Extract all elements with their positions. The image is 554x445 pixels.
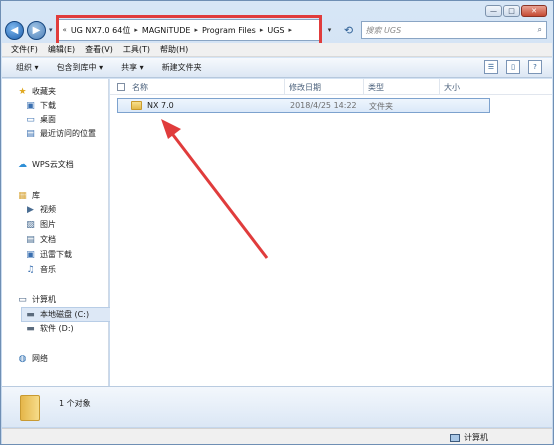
search-icon[interactable]: ⌕	[538, 25, 542, 35]
address-highlight-box	[55, 15, 322, 46]
document-icon: ▤	[26, 234, 35, 245]
nav-desktop[interactable]: ▭ 桌面	[25, 114, 56, 125]
music-icon: ♫	[26, 264, 35, 275]
arrow-shaft	[165, 126, 269, 259]
arrow-head	[161, 119, 181, 139]
nav-network[interactable]: ◍ 网络	[17, 353, 48, 364]
star-icon: ★	[18, 86, 27, 97]
nav-label: 迅雷下载	[40, 250, 72, 259]
nav-label: 图片	[40, 220, 56, 229]
computer-icon	[450, 433, 460, 442]
nav-label: 最近访问的位置	[40, 129, 96, 138]
computer-icon: ▭	[18, 294, 27, 305]
maximize-button[interactable]: □	[503, 5, 520, 17]
back-arrow-icon: ◀	[10, 24, 19, 36]
address-bar[interactable]: « UG NX7.0 64位 ▸ MAGNiTUDE ▸ Program Fil…	[55, 15, 322, 46]
share-button[interactable]: 共享 ▾	[121, 62, 144, 73]
menu-bar: 文件(F) 编辑(E) 查看(V) 工具(T) 帮助(H)	[2, 43, 552, 57]
nav-label: WPS云文档	[32, 160, 74, 169]
navigation-pane: ★ 收藏夹 ▣ 下载 ▭ 桌面 ▤ 最近访问的位置 ☁ WPS云文档 ▦ 库 ▶…	[2, 79, 117, 386]
nav-favorites[interactable]: ★ 收藏夹	[17, 86, 56, 97]
nav-label: 视频	[40, 205, 56, 214]
nav-thunder-downloads[interactable]: ▣ 迅雷下载	[25, 249, 72, 260]
item-count: 1 个对象	[59, 399, 91, 408]
nav-libraries[interactable]: ▦ 库	[17, 190, 40, 201]
picture-icon: ▨	[26, 219, 35, 230]
status-bar: 计算机	[2, 428, 552, 444]
nav-label: 本地磁盘 (C:)	[40, 310, 90, 319]
annotation-arrow	[161, 119, 269, 259]
nav-local-disk-c[interactable]: ▬ 本地磁盘 (C:)	[21, 307, 117, 322]
forward-button[interactable]: ▶	[27, 20, 46, 40]
menu-view[interactable]: 查看(V)	[85, 44, 113, 55]
library-icon: ▦	[18, 190, 27, 201]
organize-button[interactable]: 组织 ▾	[16, 62, 39, 73]
caption-buttons: — □ ✕	[485, 5, 547, 17]
address-row: ◀ ▶ ▾ « UG NX7.0 64位 ▸ MAGNiTUDE ▸ Progr…	[5, 15, 547, 46]
desktop-icon: ▭	[26, 114, 35, 125]
menu-edit[interactable]: 编辑(E)	[48, 44, 75, 55]
nav-label: 网络	[32, 354, 48, 363]
file-list-pane: 名称 修改日期 类型 大小 NX 7.0 2018/4/25 14:22 文件夹	[110, 79, 552, 386]
address-dropdown-icon[interactable]: ▾	[323, 19, 337, 41]
nav-documents[interactable]: ▤ 文档	[25, 234, 56, 245]
nav-label: 桌面	[40, 115, 56, 124]
back-button[interactable]: ◀	[5, 20, 24, 40]
video-icon: ▶	[27, 204, 34, 215]
nav-label: 计算机	[32, 295, 56, 304]
status-computer: 计算机	[450, 432, 488, 443]
nav-computer[interactable]: ▭ 计算机	[17, 294, 56, 305]
nav-label: 文档	[40, 235, 56, 244]
close-button[interactable]: ✕	[521, 5, 547, 17]
forward-arrow-icon: ▶	[32, 24, 41, 36]
nav-label: 库	[32, 191, 40, 200]
nav-label: 软件 (D:)	[40, 324, 74, 333]
refresh-icon[interactable]: ⟲	[340, 19, 358, 41]
drive-icon: ▬	[26, 323, 35, 334]
menu-help[interactable]: 帮助(H)	[160, 44, 188, 55]
preview-pane-icon[interactable]: ▯	[506, 60, 520, 74]
command-bar: 组织 ▾ 包含到库中 ▾ 共享 ▾ 新建文件夹 ☰ ▯ ?	[2, 58, 552, 78]
menu-file[interactable]: 文件(F)	[11, 44, 38, 55]
recent-places-icon: ▤	[26, 128, 35, 139]
large-folder-icon	[20, 395, 40, 421]
search-box[interactable]: 搜索 UGS ⌕	[360, 21, 547, 39]
nav-wps-cloud[interactable]: ☁ WPS云文档	[17, 159, 74, 170]
download-folder-icon: ▣	[26, 100, 35, 111]
toolbar-right: ☰ ▯ ?	[484, 60, 542, 74]
nav-downloads[interactable]: ▣ 下载	[25, 100, 56, 111]
search-placeholder: 搜索 UGS	[365, 25, 402, 35]
minimize-button[interactable]: —	[485, 5, 502, 17]
details-pane: 1 个对象	[2, 386, 552, 427]
thunder-download-icon: ▣	[26, 249, 35, 260]
cloud-icon: ☁	[18, 159, 27, 170]
explorer-window: — □ ✕ ◀ ▶ ▾ « UG NX7.0 64位 ▸ MAGNiTUDE ▸…	[0, 0, 554, 445]
network-icon: ◍	[18, 353, 27, 364]
help-icon[interactable]: ?	[528, 60, 542, 74]
view-options-icon[interactable]: ☰	[484, 60, 498, 74]
nav-music[interactable]: ♫ 音乐	[25, 264, 56, 275]
nav-soft-disk-d[interactable]: ▬ 软件 (D:)	[25, 323, 74, 334]
drive-icon: ▬	[26, 309, 35, 320]
nav-label: 收藏夹	[32, 87, 56, 96]
nav-pictures[interactable]: ▨ 图片	[25, 219, 56, 230]
nav-videos[interactable]: ▶ 视频	[25, 204, 56, 215]
new-folder-button[interactable]: 新建文件夹	[162, 62, 202, 73]
recent-pages-dropdown[interactable]: ▾	[49, 26, 53, 34]
status-computer-label: 计算机	[464, 433, 488, 442]
nav-label: 下载	[40, 101, 56, 110]
menu-tools[interactable]: 工具(T)	[123, 44, 150, 55]
nav-label: 音乐	[40, 265, 56, 274]
nav-recent-places[interactable]: ▤ 最近访问的位置	[25, 128, 96, 139]
include-in-library-button[interactable]: 包含到库中 ▾	[57, 62, 104, 73]
